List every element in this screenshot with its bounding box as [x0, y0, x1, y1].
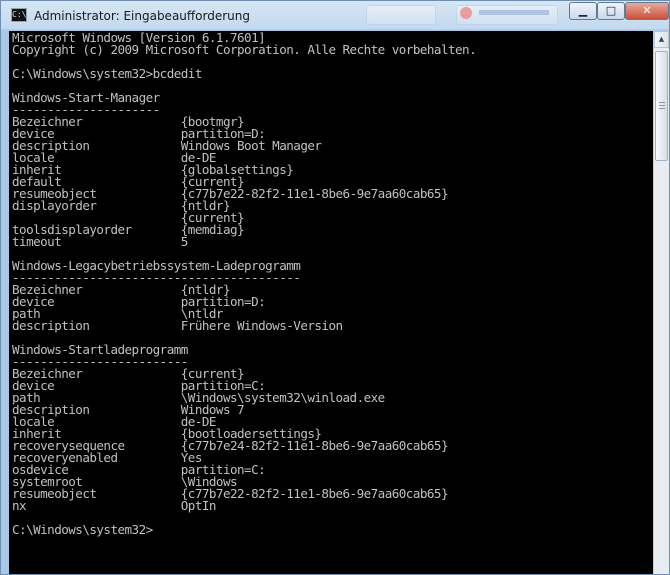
console-line: nx OptIn [12, 498, 216, 513]
scrollbar-thumb[interactable] [655, 51, 668, 161]
cmd-app-icon[interactable]: C:\ [11, 8, 27, 22]
vertical-scrollbar[interactable]: ▲ [653, 31, 669, 574]
scroll-up-button[interactable]: ▲ [654, 31, 669, 48]
title-bar[interactable]: C:\ Administrator: Eingabeaufforderung ▁… [1, 1, 669, 31]
minimize-button[interactable]: ▁ [569, 2, 597, 20]
console-line: C:\Windows\system32>bcdedit [12, 66, 202, 81]
console-line: Copyright (c) 2009 Microsoft Corporation… [12, 42, 477, 57]
thumb-grip [659, 108, 665, 109]
thumb-grip [659, 105, 665, 106]
thumb-grip [659, 102, 665, 103]
background-window-icon [460, 7, 472, 19]
console-line: timeout 5 [12, 234, 188, 249]
console-line: C:\Windows\system32> [12, 522, 153, 537]
command-prompt-window: C:\ Administrator: Eingabeaufforderung ▁… [0, 0, 670, 575]
maximize-button[interactable]: □ [597, 2, 625, 20]
console-text: Microsoft Windows [Version 6.1.7601] Copy… [9, 31, 653, 536]
window-title: Administrator: Eingabeaufforderung [34, 9, 250, 23]
console-line: description Frühere Windows-Version [12, 318, 343, 333]
background-window-thumbnail [366, 5, 436, 25]
console-output-area[interactable]: Microsoft Windows [Version 6.1.7601] Copy… [9, 31, 653, 574]
background-window-bar [479, 10, 549, 15]
close-button[interactable]: ✕ [625, 2, 669, 20]
